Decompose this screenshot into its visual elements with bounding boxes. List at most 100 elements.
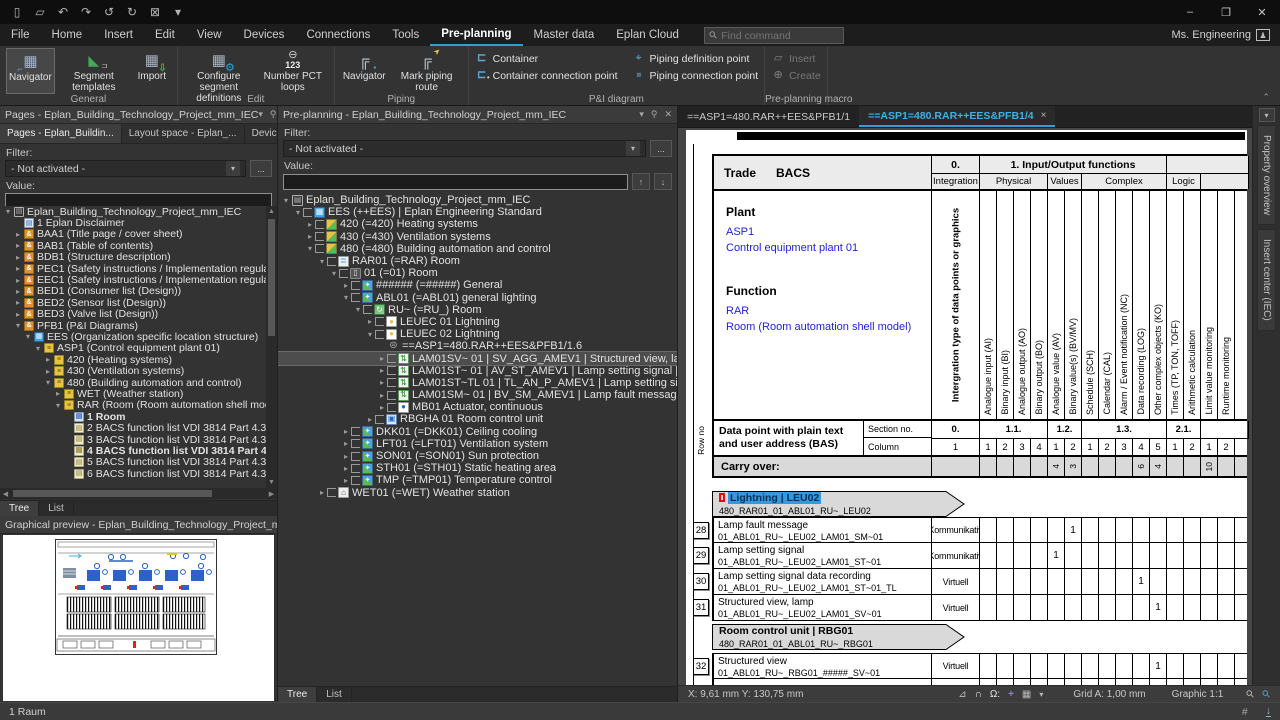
pages-tree-item[interactable]: ▸6 BACS function list VDI 3814 Part 4.3: [0, 468, 266, 479]
datapoint-row[interactable]: 32Structured view01_ABL01_RU~_RBG01_####…: [712, 653, 1247, 679]
pre-planning-tree-item[interactable]: ▾RAR01 (=RAR) Room: [278, 255, 677, 267]
chevron-down-icon[interactable]: ▾: [626, 141, 640, 156]
navigator-button[interactable]: Navigator: [341, 48, 388, 94]
pre-planning-tree-item[interactable]: ▾RU~ (=RU_) Room: [278, 304, 677, 316]
expander-icon[interactable]: ▸: [13, 264, 23, 273]
download-icon[interactable]: ↓: [1266, 706, 1271, 718]
zoom-in-icon[interactable]: ⚲: [1260, 688, 1273, 701]
scroll-right-icon[interactable]: ▶: [266, 488, 277, 499]
ribbon-tab-edit[interactable]: Edit: [144, 24, 186, 46]
scroll-down-icon[interactable]: ▼: [266, 477, 277, 488]
tab-list-dropdown-icon[interactable]: ▾: [1259, 108, 1275, 122]
pages-tree-item[interactable]: ▾Eplan_Building_Technology_Project_mm_IE…: [0, 206, 266, 217]
pages-list-tab[interactable]: List: [39, 501, 74, 516]
document-tab[interactable]: ==ASP1=480.RAR++EES&PFB1/4×: [859, 106, 1055, 127]
pages-tree-item[interactable]: ▸BED2 (Sensor list (Design)): [0, 297, 266, 308]
collapse-ribbon-icon[interactable]: ⌃: [1262, 92, 1270, 103]
pre-planning-tree-item[interactable]: ▾LEUEC 02 Lightning: [278, 328, 677, 340]
expander-icon[interactable]: ▾: [33, 344, 43, 353]
side-tab-property-overview[interactable]: Property overview: [1257, 125, 1276, 225]
panel-pin-icon[interactable]: ⚲: [270, 109, 277, 120]
expander-icon[interactable]: ▸: [365, 317, 375, 326]
pages-tree-item[interactable]: ▸PEC1 (Safety instructions / Implementat…: [0, 263, 266, 274]
ribbon-tab-view[interactable]: View: [186, 24, 233, 46]
expander-icon[interactable]: ▾: [3, 207, 13, 216]
filter-more-button[interactable]: ...: [650, 140, 672, 157]
new-page-icon[interactable]: ▯: [10, 5, 24, 19]
expander-icon[interactable]: ▸: [13, 241, 23, 250]
pages-tree-item[interactable]: ▾480 (Building automation and control): [0, 377, 266, 388]
function-banner[interactable]: Room control unit | RBG01480_RAR01_01_AB…: [712, 624, 1247, 650]
expander-icon[interactable]: ▾: [329, 269, 339, 278]
pages-tree-item[interactable]: ▸BAA1 (Title page / cover sheet): [0, 229, 266, 240]
expander-icon[interactable]: ▾: [305, 244, 315, 253]
pages-tree-item[interactable]: ▸420 (Heating systems): [0, 354, 266, 365]
pre-planning-tree-item[interactable]: ▸STH01 (=STH01) Static heating area: [278, 462, 677, 474]
scroll-up-icon[interactable]: ▲: [266, 206, 277, 217]
pages-tree-item[interactable]: ▸BED1 (Consumer list (Design)): [0, 286, 266, 297]
pre-planning-tree-item[interactable]: ▸RBGHA 01 Room control unit: [278, 413, 677, 425]
pre-planning-tree-item[interactable]: ▸LEUEC 01 Lightning: [278, 316, 677, 328]
expander-icon[interactable]: ▸: [377, 354, 387, 363]
close-button[interactable]: ✕: [1244, 0, 1280, 24]
expander-icon[interactable]: ▸: [341, 281, 351, 290]
pre-planning-panel-header[interactable]: Pre-planning - Eplan_Building_Technology…: [278, 106, 677, 124]
ribbon-tab-connections[interactable]: Connections: [295, 24, 381, 46]
pages-tree-horizontal-scrollbar[interactable]: ◀ ▶: [0, 488, 277, 499]
mark-piping-route-button[interactable]: Mark piping route: [392, 48, 462, 94]
pre-planning-tree-item[interactable]: ▾01 (=01) Room: [278, 267, 677, 279]
ribbon-tab-devices[interactable]: Devices: [233, 24, 296, 46]
undo-icon[interactable]: ↶: [56, 5, 70, 19]
pre-planning-tree-item[interactable]: ▸430 (=430) Ventilation systems: [278, 231, 677, 243]
expander-icon[interactable]: ▸: [305, 220, 315, 229]
pages-tree-item[interactable]: ▸EEC1 (Safety instructions / Implementat…: [0, 274, 266, 285]
expander-icon[interactable]: ▾: [353, 305, 363, 314]
pages-tree-item[interactable]: ▸BED3 (Valve list (Design)): [0, 309, 266, 320]
datapoint-row[interactable]: 31Structured view, lamp01_ABL01_RU~_LEU0…: [712, 595, 1247, 621]
pages-tree-tab[interactable]: Tree: [0, 501, 39, 516]
pages-tree-item[interactable]: ▸BAB1 (Table of contents): [0, 240, 266, 251]
panel-tab-layout-space-eplan[interactable]: Layout space - Eplan_...: [122, 124, 245, 143]
datapoint-row[interactable]: 30Lamp setting signal data recording01_A…: [712, 569, 1247, 595]
filter-dropdown[interactable]: - Not activated - ▾: [5, 160, 246, 177]
pre-planning-tree-item[interactable]: ▸DKK01 (=DKK01) Ceiling cooling: [278, 426, 677, 438]
pre-planning-tree-item[interactable]: ▸SON01 (=SON01) Sun protection: [278, 450, 677, 462]
segment-templates-button[interactable]: Segment templates: [59, 48, 129, 94]
pages-tree-item[interactable]: ▾RAR (Room (Room automation shell model)…: [0, 400, 266, 411]
redo-icon[interactable]: ↷: [79, 5, 93, 19]
design-mode-icon[interactable]: Ω:: [990, 689, 1000, 700]
expander-icon[interactable]: ▾: [365, 330, 375, 339]
expander-icon[interactable]: ▸: [341, 476, 351, 485]
datapoint-row[interactable]: 28Lamp fault message01_ABL01_RU~_LEU02_L…: [712, 517, 1247, 543]
angle-snap-icon[interactable]: ⊿: [958, 689, 966, 700]
expander-icon[interactable]: ▾: [23, 332, 33, 341]
expander-icon[interactable]: ▸: [377, 378, 387, 387]
tab-close-icon[interactable]: ×: [1041, 110, 1047, 121]
preview-panel-header[interactable]: Graphical preview - Eplan_Building_Techn…: [0, 516, 277, 534]
pre-planning-tree-item[interactable]: ▸420 (=420) Heating systems: [278, 218, 677, 230]
pre-planning-tree-item[interactable]: ▸LAM01SV~ 01 | SV_AGG_AMEV1 | Structured…: [278, 352, 677, 364]
expander-icon[interactable]: ▸: [13, 276, 23, 285]
expander-icon[interactable]: ▸: [365, 415, 375, 424]
pre-planning-tree-item[interactable]: ▸LAM01ST~TL 01 | TL_AN_P_AMEV1 | Lamp se…: [278, 377, 677, 389]
panel-pin-icon[interactable]: ⚲: [651, 109, 658, 120]
user-menu[interactable]: Ms. Engineering♟: [1172, 24, 1280, 46]
ribbon-tab-file[interactable]: File: [0, 24, 41, 46]
expander-icon[interactable]: ▾: [293, 208, 303, 217]
expander-icon[interactable]: ▸: [43, 355, 53, 364]
maximize-button[interactable]: ❐: [1208, 0, 1244, 24]
pre-planning-tree-item[interactable]: ▸WET01 (=WET) Weather station: [278, 487, 677, 499]
container-connection-point-button[interactable]: Container connection point: [475, 69, 618, 82]
expander-icon[interactable]: ▾: [317, 257, 327, 266]
pre-planning-tree-item[interactable]: ▾ABL01 (=ABL01) general lighting: [278, 292, 677, 304]
ribbon-tab-master-data[interactable]: Master data: [523, 24, 606, 46]
expander-icon[interactable]: ▸: [43, 367, 53, 376]
navigator-button[interactable]: Navigator: [6, 48, 55, 94]
pre-planning-tree-item[interactable]: ▾EES (++EES) | Eplan Engineering Standar…: [278, 206, 677, 218]
filter-dropdown[interactable]: - Not activated - ▾: [283, 140, 646, 157]
filter-more-button[interactable]: ...: [250, 160, 272, 177]
pages-tree-item[interactable]: ▸3 BACS function list VDI 3814 Part 4.3: [0, 434, 266, 445]
ribbon-tab-tools[interactable]: Tools: [381, 24, 430, 46]
minimize-button[interactable]: –: [1172, 0, 1208, 24]
expander-icon[interactable]: ▸: [13, 287, 23, 296]
